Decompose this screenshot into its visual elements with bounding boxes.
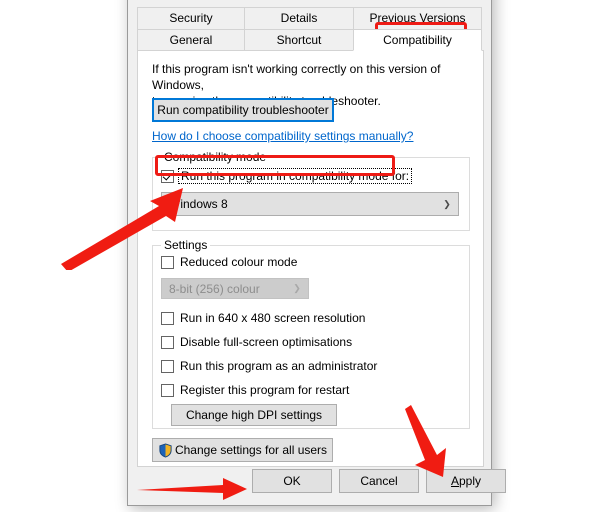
run-640x480-label: Run in 640 x 480 screen resolution: [180, 311, 366, 325]
register-for-restart-label: Register this program for restart: [180, 383, 350, 397]
tab-details[interactable]: Details: [244, 7, 354, 29]
reduced-colour-mode-checkbox[interactable]: [161, 255, 174, 269]
cancel-button[interactable]: Cancel: [339, 469, 419, 493]
reduced-colour-mode-label: Reduced colour mode: [180, 255, 298, 269]
colour-depth-select-value: 8-bit (256) colour: [169, 281, 260, 296]
run-as-administrator-label: Run this program as an administrator: [180, 359, 378, 373]
disable-fullscreen-optimisations-checkbox-row[interactable]: Disable full-screen optimisations: [161, 335, 352, 349]
compatibility-mode-group-title: Compatibility mode: [161, 150, 270, 164]
tab-previous-versions[interactable]: Previous Versions: [353, 7, 482, 29]
settings-group-title: Settings: [161, 238, 211, 252]
chevron-down-icon: ❯: [443, 198, 451, 209]
disable-fullscreen-optimisations-checkbox[interactable]: [161, 335, 174, 349]
run-in-compatibility-mode-label: Run this program in compatibility mode f…: [178, 168, 413, 184]
compatibility-help-link[interactable]: How do I choose compatibility settings m…: [152, 129, 413, 143]
colour-depth-select: 8-bit (256) colour ❯: [161, 278, 309, 299]
uac-shield-icon: [159, 442, 172, 458]
chevron-down-icon-disabled: ❯: [293, 283, 301, 293]
run-640x480-checkbox[interactable]: [161, 311, 174, 325]
register-for-restart-checkbox-row[interactable]: Register this program for restart: [161, 383, 349, 397]
properties-dialog: Security Details Previous Versions Gener…: [127, 0, 506, 506]
change-high-dpi-settings-button[interactable]: Change high DPI settings: [171, 404, 337, 426]
run-640x480-checkbox-row[interactable]: Run in 640 x 480 screen resolution: [161, 311, 365, 325]
intro-line-1: If this program isn't working correctly …: [152, 62, 441, 92]
tab-security[interactable]: Security: [137, 7, 245, 29]
apply-button-accelerator: A: [450, 474, 459, 488]
run-in-compatibility-mode-checkbox[interactable]: [161, 169, 174, 183]
run-as-administrator-checkbox-row[interactable]: Run this program as an administrator: [161, 359, 377, 373]
tab-row-1: Security Details Previous Versions: [137, 7, 484, 29]
register-for-restart-checkbox[interactable]: [161, 383, 174, 397]
change-settings-for-all-users-label: Change settings for all users: [174, 443, 328, 457]
run-as-administrator-checkbox[interactable]: [161, 359, 174, 373]
tab-general[interactable]: General: [137, 29, 245, 51]
compatibility-os-select[interactable]: Windows 8 ❯: [161, 192, 459, 216]
reduced-colour-mode-checkbox-row[interactable]: Reduced colour mode: [161, 255, 297, 269]
tab-row-2: General Shortcut Compatibility: [137, 29, 484, 51]
apply-button[interactable]: Apply: [426, 469, 506, 493]
disable-fullscreen-optimisations-label: Disable full-screen optimisations: [180, 335, 353, 349]
dialog-content: Security Details Previous Versions Gener…: [137, 7, 506, 505]
tab-strip: Security Details Previous Versions Gener…: [137, 7, 484, 51]
ok-button[interactable]: OK: [252, 469, 332, 493]
tab-shortcut[interactable]: Shortcut: [244, 29, 354, 51]
settings-group: Settings Reduced colour mode 8-bit (256)…: [152, 238, 470, 429]
compatibility-tab-page: If this program isn't working correctly …: [137, 50, 484, 467]
dialog-footer: OK Cancel Apply: [137, 459, 506, 505]
compatibility-mode-group: Compatibility mode Run this program in c…: [152, 150, 470, 231]
run-compatibility-troubleshooter-button[interactable]: Run compatibility troubleshooter: [152, 98, 334, 122]
screenshot-root: Security Details Previous Versions Gener…: [0, 0, 600, 512]
compatibility-os-select-value: Windows 8: [169, 197, 228, 211]
apply-button-label-rest: pply: [459, 474, 482, 488]
tab-compatibility[interactable]: Compatibility: [353, 29, 482, 51]
run-in-compatibility-mode-checkbox-row[interactable]: Run this program in compatibility mode f…: [161, 168, 413, 184]
